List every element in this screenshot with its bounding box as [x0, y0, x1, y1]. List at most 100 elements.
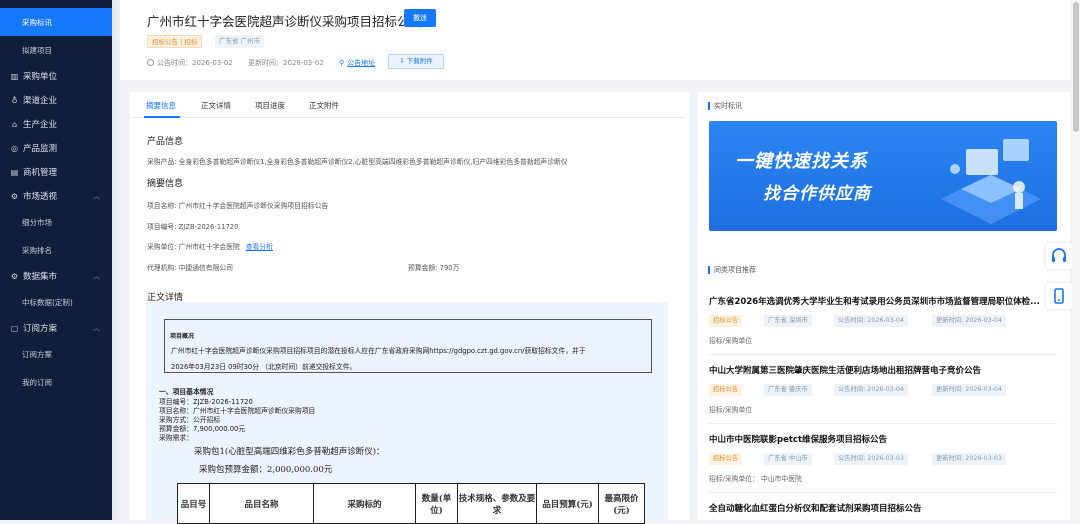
table-header-cell: 品目号 — [177, 483, 210, 524]
region-tag: 广东省 广州市 — [215, 35, 265, 48]
sidebar-item-label: 采购标讯 — [22, 17, 52, 27]
chevron-up-icon: ︿ — [93, 324, 100, 332]
sidebar-item-label: 中标数据(定制) — [22, 297, 73, 307]
customer-service-button[interactable] — [1046, 243, 1072, 269]
clock-icon — [147, 59, 154, 66]
region-tag: 广东省 深圳市 — [764, 315, 812, 327]
download-icon: ⇩ — [399, 57, 407, 65]
sidebar-item-procurement-notices[interactable]: 采购标讯 — [0, 8, 112, 36]
table-header-cell: 品目预算(元) — [536, 483, 599, 524]
items-table: 品目号 品目名称 采购标的 数量(单位) 技术规格、参数及要求 品目预算(元) … — [177, 483, 645, 524]
download-label: 下载附件 — [406, 57, 433, 65]
agent: 代理机构: 中捷通信有限公司 — [147, 264, 234, 272]
divider — [709, 354, 1057, 355]
mobile-app-button[interactable] — [1046, 283, 1072, 309]
sidebar-item-subscription[interactable]: ▢ 订阅方案 ︿ — [0, 316, 112, 340]
update-time: 更新时间: 2026-03-04 — [932, 315, 1006, 327]
product-heading: 产品信息 — [147, 137, 184, 147]
buyer-unit: 招标/采购单位： 中山市中医院 — [709, 475, 802, 483]
sidebar-item-label: 细分市场 — [22, 217, 52, 227]
headset-icon — [1052, 248, 1066, 262]
sidebar-item-label: 采购排名 — [22, 245, 52, 255]
package-budget: 采购包预算金额：2,000,000.00元 — [199, 465, 333, 475]
banner-illustration-icon — [941, 139, 1041, 224]
similar-item-title[interactable]: 广东省2026年选调优秀大学毕业生和考试录用公务员深圳市市场监督管理局职位体检.… — [709, 295, 1054, 307]
sidebar-item-label: 产品监测 — [23, 144, 58, 154]
tab-summary[interactable]: 摘要信息 — [146, 100, 176, 111]
sidebar-item-planned-projects[interactable]: 拟建项目 — [0, 36, 112, 64]
banner-line1: 一键快速找关系 — [735, 151, 868, 172]
announce-time-text: 公告时间：2026-03-02 — [157, 59, 233, 67]
sidebar-item-product-monitor[interactable]: ◎ 产品监测 — [0, 136, 112, 160]
announce-time: 公告时间：2026-03-02 — [147, 58, 233, 68]
update-time: 更新时间: 2026-03-03 — [932, 453, 1006, 465]
address[interactable]: ⚲ 公告地址 — [339, 58, 375, 68]
sidebar-shadow — [112, 0, 120, 520]
address-link[interactable]: 公告地址 — [347, 59, 375, 67]
divider — [709, 492, 1057, 493]
summary-heading: 摘要信息 — [147, 179, 184, 189]
sidebar-item-market-insight[interactable]: ⚙ 市场透视 ︿ — [0, 184, 112, 208]
gear-icon: ⚙ — [10, 191, 19, 201]
similar-item-title[interactable]: 全自动糖化血红蛋白分析仪和配套试剂采购项目招标公告 — [709, 502, 1054, 514]
scrollbar-thumb[interactable] — [1073, 2, 1079, 132]
sidebar-item-label: 采购单位 — [23, 72, 58, 82]
tab-progress[interactable]: 项目进度 — [255, 100, 285, 111]
monitor-icon: ◎ — [11, 143, 18, 153]
table-header-cell: 技术规格、参数及要求 — [457, 483, 537, 524]
update-time: 更新时间：2026-03-02 — [248, 59, 324, 67]
sidebar-item-label: 我的订阅 — [22, 377, 52, 387]
sidebar-item-label: 渠道企业 — [23, 96, 58, 106]
sidebar-item-opportunities[interactable]: ▤ 商机管理 — [0, 160, 112, 184]
sidebar-item-label: 订阅方案 — [23, 324, 58, 334]
sidebar-item-segment-market[interactable]: 细分市场 — [0, 208, 112, 236]
sidebar-item-label: 商机管理 — [23, 168, 58, 178]
tab-body[interactable]: 正文详情 — [201, 100, 231, 111]
table-header-row: 品目号 品目名称 采购标的 数量(单位) 技术规格、参数及要求 品目预算(元) … — [177, 483, 645, 524]
buyer-text: 采购单位: 广州市红十字会医院 — [147, 243, 240, 251]
package-title: 采购包1(心脏型高端四维彩色多普勒超声诊断仪)： — [194, 447, 385, 457]
notice-type-tag: 招标公告 | 招标 — [147, 35, 203, 48]
page-title: 广州市红十字会医院超声诊断仪采购项目招标公告 — [147, 14, 423, 29]
budget: 预算金额: 790万 — [408, 264, 460, 272]
sidebar-item-bid-data[interactable]: 中标数据(定制) — [0, 288, 112, 316]
announce-time: 公告时间: 2026-03-04 — [834, 315, 908, 327]
sidebar-item-ranking[interactable]: 采购排名 — [0, 236, 112, 264]
sidebar-item-label: 数据集市 — [23, 272, 58, 282]
similar-item-title[interactable]: 中山大学附属第三医院肇庆医院生活便利店场地出租招牌营电子竞价公告 — [709, 364, 1054, 376]
chevron-up-icon: ︿ — [93, 192, 100, 200]
sidebar-item-label: 拟建项目 — [22, 45, 52, 55]
tab-bar: 摘要信息 正文详情 项目进度 正文附件 — [130, 92, 685, 118]
realtime-heading: 实时标讯 — [708, 102, 742, 110]
similar-item-title[interactable]: 中山市中医院联影petct维保服务项目招标公告 — [709, 433, 1054, 445]
database-icon: ⚙ — [10, 271, 19, 281]
notice-type-tag: 招标公告 — [709, 453, 743, 465]
sidebar: 采购标讯 拟建项目 ▥ 采购单位 ♁ 渠道企业 ⌂ 生产企业 ◎ 产品监测 ▤ 商机管理 … — [0, 0, 112, 520]
factory-icon: ⌂ — [11, 119, 18, 129]
sidebar-item-manufacturers[interactable]: ⌂ 生产企业 — [0, 112, 112, 136]
download-attachment-button[interactable]: ⇩ 下载附件 — [388, 54, 444, 69]
subscribe-button[interactable]: 撒迷 — [404, 9, 436, 27]
notice-type-tag: 招标公告 — [709, 315, 743, 327]
notice-header: 广州市红十字会医院超声诊断仪采购项目招标公告 撒迷 招标公告 | 招标 广东省 … — [120, 0, 1070, 80]
chevron-up-icon: ︿ — [93, 272, 100, 280]
briefcase-icon: ▤ — [10, 167, 19, 177]
project-name: 项目名称: 广州市红十字会医院超声诊断仪采购项目招标公告 — [147, 202, 329, 210]
sidebar-item-subscription-plan[interactable]: 订阅方案 — [0, 340, 112, 368]
bar-chart-icon: ▥ — [10, 71, 19, 81]
buyer-unit: 招标/采购单位 — [709, 406, 753, 414]
region-tag: 广东省 中山市 — [764, 453, 812, 465]
overview-line1: 广州市红十字会医院超声诊断仪采购项目招标项目的潜在投标人应在广东省政府采购网ht… — [171, 347, 586, 355]
sidebar-item-my-subscription[interactable]: 我的订阅 — [0, 368, 112, 396]
promo-banner[interactable]: 一键快速找关系 找合作供应商 — [709, 121, 1057, 231]
buyer-unit: 招标/采购单位 — [709, 337, 753, 345]
tab-attachments[interactable]: 正文附件 — [309, 100, 339, 111]
active-tab-indicator — [144, 116, 180, 118]
sidebar-item-channels[interactable]: ♁ 渠道企业 — [0, 88, 112, 112]
sidebar-item-data-mart[interactable]: ⚙ 数据集市 ︿ — [0, 264, 112, 288]
table-header-cell: 最高限价(元) — [598, 483, 645, 524]
right-panel: 实时标讯 一键快速找关系 找合作供应商 同类项目推荐 广东省2026年选调优秀大… — [698, 92, 1070, 520]
view-analysis-link[interactable]: 查看分析 — [246, 243, 273, 251]
share-icon: ♁ — [11, 95, 18, 105]
sidebar-item-buyers[interactable]: ▥ 采购单位 — [0, 64, 112, 88]
